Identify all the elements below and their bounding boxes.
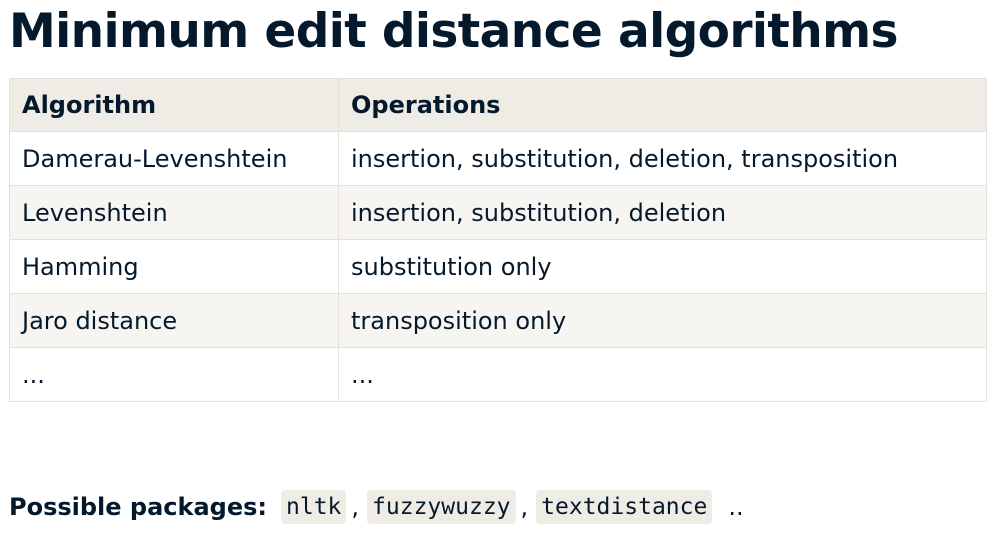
packages-line: Possible packages: nltk , fuzzywuzzy , t… [9, 487, 744, 527]
packages-trailing: .. [728, 493, 744, 521]
page-title: Minimum edit distance algorithms [9, 4, 898, 59]
operations-cell: ... [338, 347, 987, 402]
operations-cell: transposition only [338, 293, 987, 348]
operations-cell: insertion, substitution, deletion [338, 185, 987, 240]
package-separator: , [351, 493, 360, 521]
header-algorithm: Algorithm [9, 78, 339, 132]
algorithm-cell: Jaro distance [9, 293, 339, 348]
algorithm-cell: Levenshtein [9, 185, 339, 240]
operations-cell: substitution only [338, 239, 987, 294]
table-row: Levenshtein insertion, substitution, del… [9, 185, 987, 240]
table-row: Damerau-Levenshtein insertion, substitut… [9, 131, 987, 186]
package-textdistance: textdistance [536, 490, 713, 524]
algorithm-cell: Damerau-Levenshtein [9, 131, 339, 186]
packages-label: Possible packages: [9, 493, 268, 521]
algorithm-cell: Hamming [9, 239, 339, 294]
table-header-row: Algorithm Operations [9, 78, 987, 132]
table-row: Hamming substitution only [9, 239, 987, 294]
operations-cell: insertion, substitution, deletion, trans… [338, 131, 987, 186]
table-row: Jaro distance transposition only [9, 293, 987, 348]
package-separator: , [520, 493, 529, 521]
package-nltk: nltk [281, 490, 347, 524]
header-operations: Operations [338, 78, 987, 132]
algorithms-table: Algorithm Operations Damerau-Levenshtein… [9, 78, 987, 402]
table-row: ... ... [9, 347, 987, 402]
package-fuzzywuzzy: fuzzywuzzy [367, 490, 516, 524]
algorithm-cell: ... [9, 347, 339, 402]
